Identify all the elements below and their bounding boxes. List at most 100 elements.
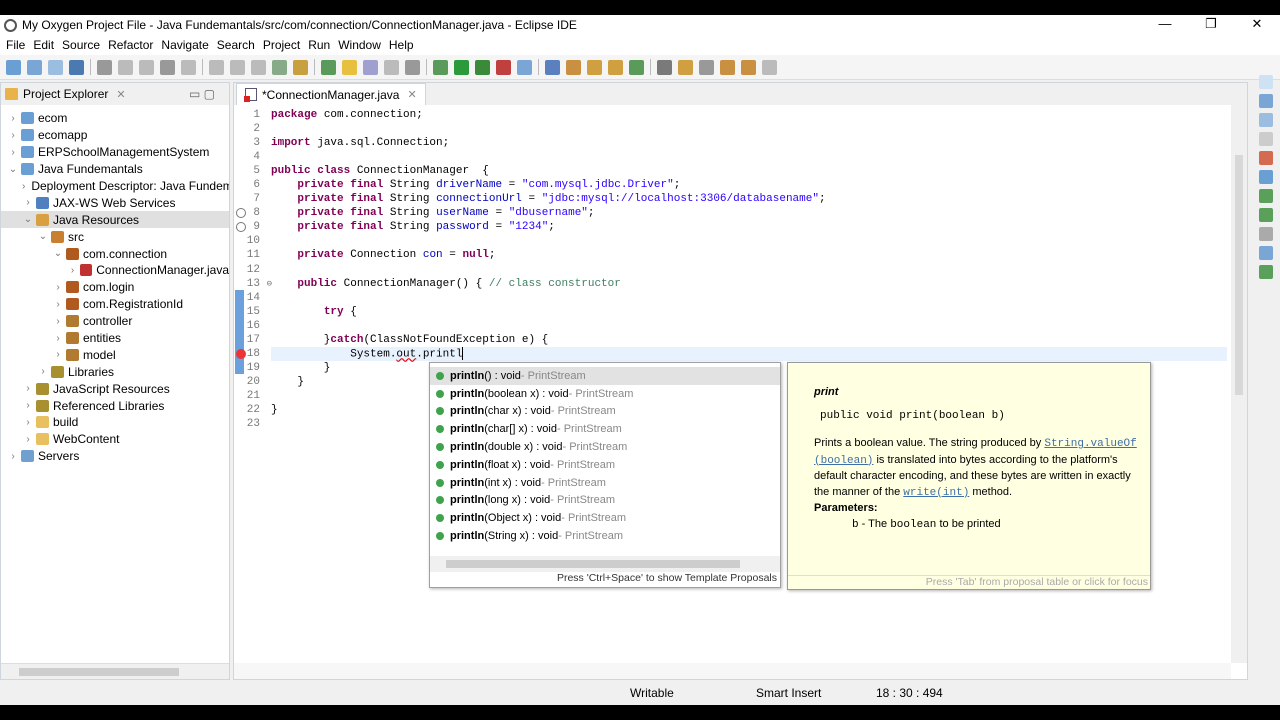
progress-icon[interactable] bbox=[1259, 265, 1273, 279]
toolbar-button-icon[interactable] bbox=[6, 59, 21, 75]
chevron-right-icon[interactable]: › bbox=[52, 316, 64, 327]
chevron-right-icon[interactable]: › bbox=[37, 366, 49, 377]
menu-help[interactable]: Help bbox=[385, 38, 418, 52]
error-marker-icon[interactable] bbox=[236, 348, 246, 359]
toolbar-button-icon[interactable] bbox=[293, 59, 308, 75]
chevron-right-icon[interactable]: › bbox=[52, 333, 64, 344]
toolbar-button-icon[interactable] bbox=[762, 59, 777, 75]
menu-navigate[interactable]: Navigate bbox=[157, 38, 212, 52]
horizontal-scrollbar[interactable] bbox=[430, 556, 780, 572]
toolbar-button-icon[interactable] bbox=[321, 59, 336, 75]
toolbar-button-icon[interactable] bbox=[608, 59, 623, 75]
tree-item[interactable]: › com.login bbox=[1, 279, 229, 296]
outline-icon[interactable] bbox=[1259, 94, 1273, 108]
autocomplete-item[interactable]: println (double x) : void - PrintStream bbox=[430, 438, 780, 456]
toolbar-button-icon[interactable] bbox=[496, 59, 511, 75]
chevron-right-icon[interactable]: › bbox=[7, 130, 19, 141]
autocomplete-item[interactable]: println (float x) : void - PrintStream bbox=[430, 456, 780, 474]
close-icon[interactable]: ✕ bbox=[407, 88, 416, 101]
toolbar-button-icon[interactable] bbox=[272, 59, 287, 75]
maximize-button[interactable]: ❐ bbox=[1188, 15, 1234, 33]
close-icon[interactable]: ✕ bbox=[116, 88, 125, 101]
console-icon[interactable] bbox=[1259, 246, 1273, 260]
menu-file[interactable]: File bbox=[2, 38, 29, 52]
tree-item[interactable]: › Servers bbox=[1, 448, 229, 465]
toolbar-button-icon[interactable] bbox=[678, 59, 693, 75]
toolbar-button-icon[interactable] bbox=[545, 59, 560, 75]
toolbar-button-icon[interactable] bbox=[384, 59, 399, 75]
toolbar-button-icon[interactable] bbox=[433, 59, 448, 75]
chevron-right-icon[interactable]: › bbox=[22, 434, 34, 445]
tree-item[interactable]: › Deployment Descriptor: Java Fundemantal… bbox=[1, 178, 229, 195]
tree-item[interactable]: ⌄ src bbox=[1, 228, 229, 245]
menu-refactor[interactable]: Refactor bbox=[104, 38, 157, 52]
tree-item[interactable]: › controller bbox=[1, 313, 229, 330]
minimize-maximize-icons[interactable]: ▭ ▢ bbox=[189, 87, 215, 101]
tree-item[interactable]: › model bbox=[1, 346, 229, 363]
tree-item[interactable]: › entities bbox=[1, 330, 229, 347]
task-list-icon[interactable] bbox=[1259, 113, 1273, 127]
toolbar-button-icon[interactable] bbox=[454, 59, 469, 75]
menu-project[interactable]: Project bbox=[259, 38, 304, 52]
chevron-right-icon[interactable]: › bbox=[22, 197, 34, 208]
tree-item[interactable]: › JavaScript Resources bbox=[1, 380, 229, 397]
autocomplete-item[interactable]: println (char[] x) : void - PrintStream bbox=[430, 420, 780, 438]
autocomplete-item[interactable]: println (boolean x) : void - PrintStream bbox=[430, 385, 780, 403]
toolbar-button-icon[interactable] bbox=[209, 59, 224, 75]
problems-icon[interactable] bbox=[1259, 151, 1273, 165]
project-explorer-tab[interactable]: Project Explorer ✕ ▭ ▢ bbox=[1, 83, 229, 105]
autocomplete-item[interactable]: println (Object x) : void - PrintStream bbox=[430, 509, 780, 527]
chevron-down-icon[interactable]: ⌄ bbox=[22, 214, 34, 225]
toolbar-button-icon[interactable] bbox=[139, 59, 154, 75]
tab-connectionmanager-java[interactable]: *ConnectionManager.java ✕ bbox=[236, 83, 426, 105]
toolbar-button-icon[interactable] bbox=[699, 59, 714, 75]
toolbar-button-icon[interactable] bbox=[118, 59, 133, 75]
chevron-right-icon[interactable]: › bbox=[7, 113, 19, 124]
tree-item[interactable]: › build bbox=[1, 414, 229, 431]
chevron-down-icon[interactable]: ⌄ bbox=[7, 164, 19, 175]
toolbar-button-icon[interactable] bbox=[342, 59, 357, 75]
toolbar-button-icon[interactable] bbox=[181, 59, 196, 75]
minimize-button[interactable]: — bbox=[1142, 15, 1188, 33]
javadoc-popup[interactable]: print public void print(boolean b) Print… bbox=[787, 362, 1151, 590]
minimize-icon[interactable] bbox=[1259, 132, 1273, 146]
autocomplete-item[interactable]: println (long x) : void - PrintStream bbox=[430, 492, 780, 510]
servers-icon[interactable] bbox=[1259, 208, 1273, 222]
toolbar-button-icon[interactable] bbox=[741, 59, 756, 75]
tree-item[interactable]: ⌄ com.connection bbox=[1, 245, 229, 262]
tree-item[interactable]: ⌄ Java Fundemantals bbox=[1, 161, 229, 178]
warning-marker-icon[interactable] bbox=[236, 222, 246, 233]
autocomplete-item[interactable]: println (String x) : void - PrintStream bbox=[430, 527, 780, 545]
toolbar-button-icon[interactable] bbox=[720, 59, 735, 75]
warning-marker-icon[interactable] bbox=[236, 208, 246, 219]
tree-item[interactable]: › WebContent bbox=[1, 431, 229, 448]
close-button[interactable]: ✕ bbox=[1234, 15, 1280, 33]
autocomplete-item[interactable]: println (char x) : void - PrintStream bbox=[430, 403, 780, 421]
chevron-down-icon[interactable]: ⌄ bbox=[52, 248, 64, 259]
chevron-right-icon[interactable]: › bbox=[22, 417, 34, 428]
chevron-right-icon[interactable]: › bbox=[22, 400, 34, 411]
chevron-right-icon[interactable]: › bbox=[67, 265, 78, 276]
tree-item[interactable]: › Referenced Libraries bbox=[1, 397, 229, 414]
tree-item[interactable]: ⌄ Java Resources bbox=[1, 211, 229, 229]
toolbar-button-icon[interactable] bbox=[566, 59, 581, 75]
toolbar-button-icon[interactable] bbox=[363, 59, 378, 75]
chevron-right-icon[interactable]: › bbox=[7, 451, 19, 462]
data-source-icon[interactable] bbox=[1259, 227, 1273, 241]
menu-run[interactable]: Run bbox=[304, 38, 334, 52]
toolbar-button-icon[interactable] bbox=[97, 59, 112, 75]
toolbar-button-icon[interactable] bbox=[475, 59, 490, 75]
toolbar-button-icon[interactable] bbox=[48, 59, 63, 75]
horizontal-scrollbar[interactable] bbox=[234, 663, 1231, 679]
chevron-down-icon[interactable]: ⌄ bbox=[37, 231, 49, 242]
vertical-scrollbar[interactable] bbox=[1231, 105, 1247, 663]
chevron-right-icon[interactable]: › bbox=[7, 147, 19, 158]
perspective-icon[interactable] bbox=[1259, 75, 1273, 89]
tree-item[interactable]: › ERPSchoolManagementSystem bbox=[1, 144, 229, 161]
chevron-right-icon[interactable]: › bbox=[22, 181, 25, 192]
tree-item[interactable]: › ecom bbox=[1, 110, 229, 127]
menu-window[interactable]: Window bbox=[334, 38, 385, 52]
tree-item[interactable]: › com.RegistrationId bbox=[1, 296, 229, 313]
menu-edit[interactable]: Edit bbox=[29, 38, 58, 52]
chevron-right-icon[interactable]: › bbox=[52, 349, 64, 360]
